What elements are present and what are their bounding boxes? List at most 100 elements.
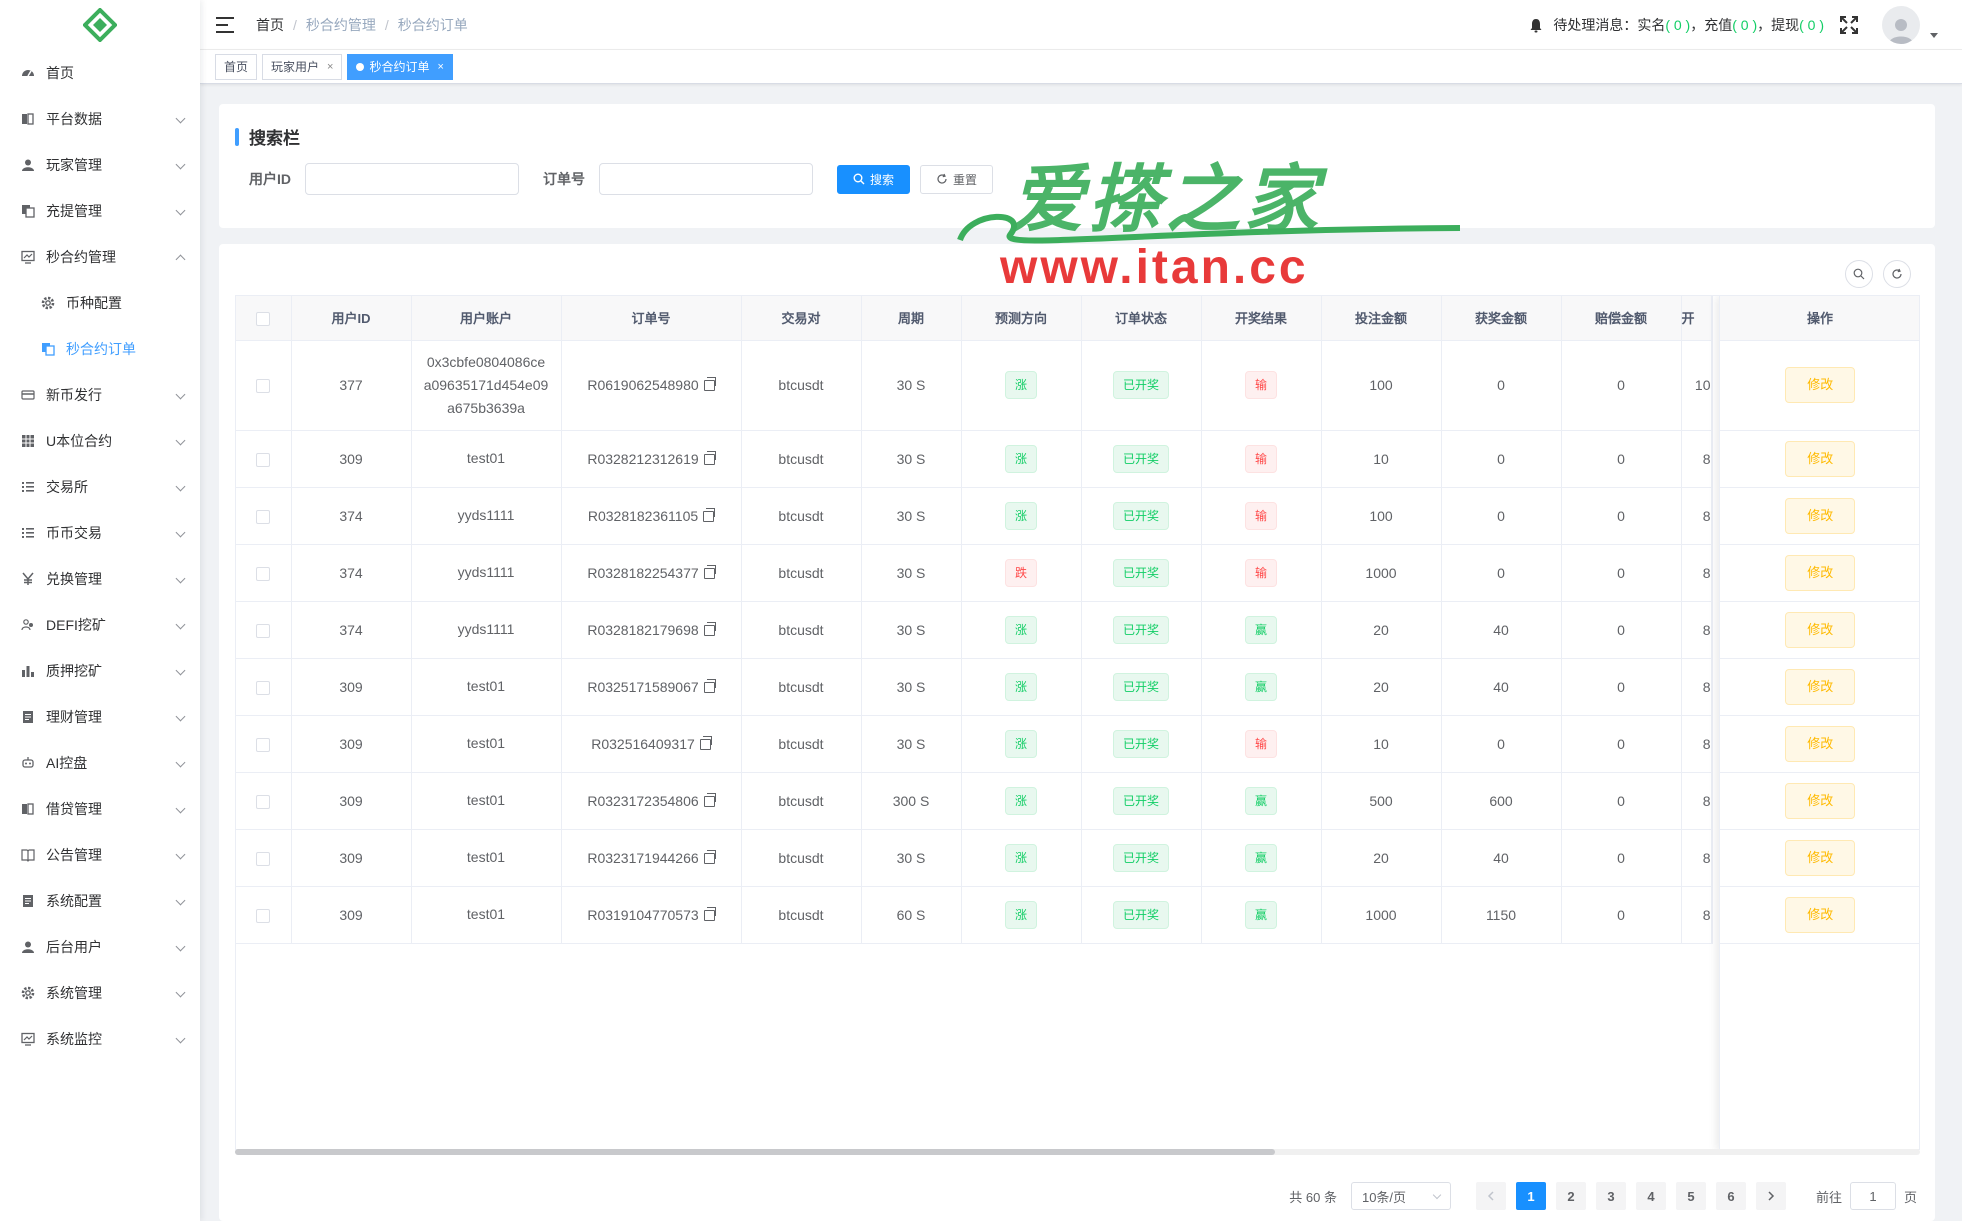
copy-icon[interactable] xyxy=(703,507,716,522)
sidebar-item[interactable]: DEFI挖矿 xyxy=(0,602,200,648)
caret-down-icon[interactable] xyxy=(1930,32,1938,38)
trade-pair: btcusdt xyxy=(778,678,824,695)
order-no-input[interactable] xyxy=(599,163,813,195)
copy-icon[interactable] xyxy=(703,621,716,636)
reset-button[interactable]: 重置 xyxy=(920,164,994,194)
refresh-button[interactable] xyxy=(1883,260,1911,288)
page-number-button[interactable]: 2 xyxy=(1555,1182,1586,1210)
row-checkbox[interactable] xyxy=(256,908,271,923)
page-number-button[interactable]: 3 xyxy=(1595,1182,1626,1210)
logo[interactable] xyxy=(0,0,200,50)
row-checkbox[interactable] xyxy=(256,794,271,809)
goto-page-input[interactable]: 1 xyxy=(1849,1182,1896,1210)
bell-icon[interactable] xyxy=(1529,18,1543,33)
row-checkbox[interactable] xyxy=(256,623,271,638)
sidebar-item[interactable]: 系统管理 xyxy=(0,970,200,1016)
tab-tag[interactable]: 玩家用户 × xyxy=(262,53,343,80)
sidebar-item[interactable]: 理财管理 xyxy=(0,694,200,740)
table-row[interactable]: 309 test01 R0328212312619 btcusdt 30 S 涨 已开奖 输 1… xyxy=(236,430,1713,488)
copy-icon[interactable] xyxy=(703,906,716,921)
edit-button[interactable]: 修改 xyxy=(1785,782,1856,819)
sidebar-item[interactable]: 秒合约管理 xyxy=(0,234,200,280)
fullscreen-icon[interactable] xyxy=(1840,16,1858,34)
copy-icon[interactable] xyxy=(703,849,716,864)
sidebar-item[interactable]: 平台数据 xyxy=(0,96,200,142)
edit-button[interactable]: 修改 xyxy=(1785,497,1856,534)
table-row[interactable]: 309 test01 R0319104770573 btcusdt 60 S 涨 已开奖 赢 1… xyxy=(236,886,1713,944)
user-id-input[interactable] xyxy=(305,163,519,195)
page-number-button[interactable]: 5 xyxy=(1675,1182,1706,1210)
table-row[interactable]: 377 0x3cbfe0804086cea09635171d454e09a675b… xyxy=(236,340,1713,431)
copy-icon[interactable] xyxy=(703,450,716,465)
copy-icon[interactable] xyxy=(703,792,716,807)
table-row[interactable]: 309 test01 R0323172354806 btcusdt 300 S 涨 已开奖 赢… xyxy=(236,772,1713,830)
copy-icon[interactable] xyxy=(703,564,716,579)
search-button[interactable]: 搜索 xyxy=(837,164,911,194)
tab-tag[interactable]: 首页 xyxy=(215,53,258,80)
table-row[interactable]: 309 test01 R0323171944266 btcusdt 30 S 涨 已开奖 赢 2… xyxy=(236,829,1713,887)
page-number-button[interactable]: 6 xyxy=(1715,1182,1746,1210)
row-checkbox[interactable] xyxy=(256,737,271,752)
table-row[interactable]: 374 yyds1111 R0328182254377 btcusdt 30 S 跌 已开奖… xyxy=(236,544,1713,602)
page-number-button[interactable]: 4 xyxy=(1635,1182,1666,1210)
chevron-down-icon xyxy=(175,803,186,814)
edit-button[interactable]: 修改 xyxy=(1785,668,1856,705)
sidebar-item[interactable]: 秒合约订单 xyxy=(0,326,200,372)
sidebar-item[interactable]: 首页 xyxy=(0,50,200,96)
table-row[interactable]: 309 test01 R032516409317 btcusdt 30 S 涨 已开奖 输 10… xyxy=(236,715,1713,773)
next-page-button[interactable] xyxy=(1755,1182,1786,1210)
edit-button[interactable]: 修改 xyxy=(1785,839,1856,876)
notice-recharge-count[interactable]: ( 0 ) xyxy=(1732,17,1757,33)
edit-button[interactable]: 修改 xyxy=(1785,611,1856,648)
sidebar-item[interactable]: 后台用户 xyxy=(0,924,200,970)
sidebar-item[interactable]: 新币发行 xyxy=(0,372,200,418)
sidebar-item[interactable]: 系统监控 xyxy=(0,1016,200,1062)
row-checkbox[interactable] xyxy=(256,680,271,695)
sidebar-item[interactable]: 充提管理 xyxy=(0,188,200,234)
notice-realname-count[interactable]: ( 0 ) xyxy=(1665,17,1690,33)
copy-icon[interactable] xyxy=(703,678,716,693)
copy-icon[interactable] xyxy=(699,735,712,750)
prev-page-button[interactable] xyxy=(1475,1182,1506,1210)
row-checkbox[interactable] xyxy=(256,851,271,866)
close-icon[interactable]: × xyxy=(437,55,443,79)
close-icon[interactable]: × xyxy=(327,55,333,79)
horizontal-scrollbar[interactable] xyxy=(235,1149,1920,1155)
sidebar-item[interactable]: 币种配置 xyxy=(0,280,200,326)
copy-icon[interactable] xyxy=(703,377,716,391)
avatar-icon xyxy=(1889,19,1913,44)
sidebar-item[interactable]: 交易所 xyxy=(0,464,200,510)
edit-button[interactable]: 修改 xyxy=(1785,725,1856,762)
table-row[interactable]: 309 test01 R0325171589067 btcusdt 30 S 涨 已开奖 赢 2… xyxy=(236,658,1713,716)
page-size-select[interactable]: 10条/页 xyxy=(1350,1182,1451,1210)
avatar[interactable] xyxy=(1882,6,1920,44)
table-row[interactable]: 374 yyds1111 R0328182179698 btcusdt 30 S 涨 已开奖… xyxy=(236,601,1713,659)
row-checkbox[interactable] xyxy=(256,452,271,467)
sidebar-item[interactable]: 兑换管理 xyxy=(0,556,200,602)
breadcrumb-home[interactable]: 首页 xyxy=(256,15,284,35)
sidebar-item[interactable]: AI控盘 xyxy=(0,740,200,786)
edit-button[interactable]: 修改 xyxy=(1785,896,1856,933)
page-number-button[interactable]: 1 xyxy=(1515,1182,1546,1210)
hamburger-icon[interactable] xyxy=(216,16,234,33)
notice-withdraw-count[interactable]: ( 0 ) xyxy=(1799,17,1824,33)
sidebar-item[interactable]: 系统配置 xyxy=(0,878,200,924)
pending-notice[interactable]: 待处理消息：实名( 0 )，充值( 0 )，提现( 0 ) xyxy=(1553,15,1824,35)
tab-tag[interactable]: 秒合约订单 × xyxy=(347,53,453,80)
sidebar-item[interactable]: 借贷管理 xyxy=(0,786,200,832)
sidebar-item[interactable]: U本位合约 xyxy=(0,418,200,464)
edit-button[interactable]: 修改 xyxy=(1785,367,1856,403)
sidebar-item[interactable]: 质押挖矿 xyxy=(0,648,200,694)
sidebar-item[interactable]: 公告管理 xyxy=(0,832,200,878)
sidebar-item[interactable]: 币币交易 xyxy=(0,510,200,556)
sidebar-item[interactable]: 玩家管理 xyxy=(0,142,200,188)
toggle-search-button[interactable] xyxy=(1845,260,1873,288)
scrollbar-thumb[interactable] xyxy=(235,1149,1275,1155)
row-checkbox[interactable] xyxy=(256,379,271,394)
table-row[interactable]: 374 yyds1111 R0328182361105 btcusdt 30 S 涨 已开奖… xyxy=(236,487,1713,545)
edit-button[interactable]: 修改 xyxy=(1785,554,1856,591)
edit-button[interactable]: 修改 xyxy=(1785,440,1856,477)
row-checkbox[interactable] xyxy=(256,509,271,524)
select-all-checkbox[interactable] xyxy=(256,311,271,326)
row-checkbox[interactable] xyxy=(256,566,271,581)
